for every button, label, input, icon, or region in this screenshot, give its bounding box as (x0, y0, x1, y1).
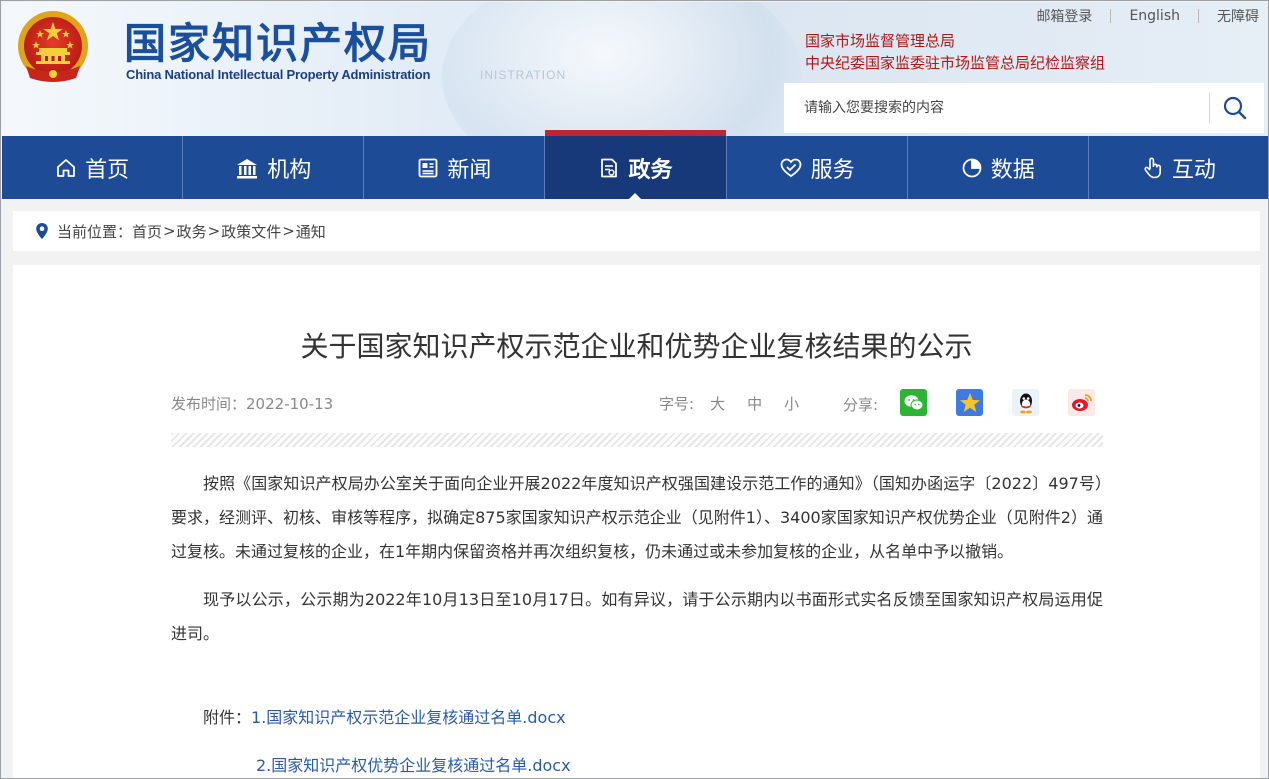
mail-login-link[interactable]: 邮箱登录 (1018, 6, 1110, 26)
news-icon (417, 157, 439, 179)
font-size-label: 字号: (659, 395, 695, 413)
browser-frame: INISTRATION 国家知识产权局 China National Intel… (0, 0, 1269, 779)
breadcrumb-item-affairs[interactable]: 政务 (177, 221, 207, 242)
attachment-link-1[interactable]: 1.国家知识产权示范企业复核通过名单.docx (251, 708, 566, 727)
institution-icon (235, 157, 259, 179)
search-divider (1209, 93, 1210, 123)
nav-item-label: 机构 (267, 157, 312, 183)
nav-item-interaction[interactable]: 互动 (1089, 136, 1268, 199)
site-title[interactable]: 国家知识产权局 (124, 10, 432, 71)
english-link[interactable]: English (1111, 8, 1198, 24)
nav-item-label: 数据 (990, 157, 1035, 183)
attachments-section: 附件：1.国家知识产权示范企业复核通过名单.docx 2.国家知识产权优势企业复… (203, 701, 571, 778)
article-body: 按照《国家知识产权局办公室关于面向企业开展2022年度知识产权强国建设示范工作的… (171, 467, 1103, 651)
share-bar: 分享: (843, 389, 1096, 416)
article-title: 关于国家知识产权示范企业和优势企业复核结果的公示 (300, 330, 973, 363)
qq-icon (1015, 391, 1037, 415)
share-weibo-button[interactable] (1068, 389, 1096, 416)
site-subtitle-english: China National Intellectual Property Adm… (126, 67, 431, 82)
share-qzone-button[interactable] (956, 389, 984, 416)
attachment-row: 2.国家知识产权优势企业复核通过名单.docx (203, 749, 571, 778)
top-utility-links: 邮箱登录 English 无障碍 (1018, 6, 1267, 26)
national-emblem-logo[interactable] (12, 8, 94, 88)
breadcrumb-separator: > (282, 222, 295, 240)
interaction-icon (1142, 156, 1164, 180)
nav-item-home[interactable]: 首页 (2, 136, 184, 199)
nav-item-news[interactable]: 新闻 (364, 136, 546, 199)
breadcrumb-item-notice[interactable]: 通知 (296, 221, 326, 242)
breadcrumb: 当前位置： 首页 > 政务 > 政策文件 > 通知 (13, 211, 1260, 251)
breadcrumb-separator: > (207, 222, 221, 240)
search-button[interactable] (1216, 91, 1254, 125)
nav-item-service[interactable]: 服务 (727, 136, 908, 199)
header-watermark: INISTRATION (480, 68, 567, 82)
wechat-icon (903, 393, 925, 413)
article-paragraph: 按照《国家知识产权局办公室关于面向企业开展2022年度知识产权强国建设示范工作的… (171, 474, 1103, 561)
site-header: INISTRATION 国家知识产权局 China National Intel… (2, 2, 1268, 136)
nav-item-label: 服务 (810, 157, 855, 183)
publish-date-value: 2022-10-13 (246, 395, 334, 413)
publish-date-label: 发布时间： (171, 395, 247, 413)
attachment-link-2[interactable]: 2.国家知识产权优势企业复核通过名单.docx (256, 756, 571, 775)
nav-item-data[interactable]: 数据 (908, 136, 1089, 199)
main-navigation: 首页 机构 新闻 政务 服务 数据 互动 (2, 130, 1268, 200)
share-qq-button[interactable] (1012, 389, 1040, 416)
government-affairs-icon (598, 157, 620, 179)
nav-item-government-affairs[interactable]: 政务 (545, 130, 727, 200)
breadcrumb-separator: > (163, 222, 176, 240)
attachment-row: 附件：1.国家知识产权示范企业复核通过名单.docx (203, 701, 571, 735)
home-icon (55, 157, 77, 179)
article-paragraph: 现予以公示，公示期为2022年10月13日至10月17日。如有异议，请于公示期内… (171, 590, 1103, 643)
attachments-label: 附件： (203, 708, 252, 727)
nav-item-label: 互动 (1171, 157, 1216, 183)
search-box (784, 83, 1264, 133)
search-icon (1222, 95, 1248, 121)
share-label: 分享: (843, 396, 879, 414)
breadcrumb-item-policy-documents[interactable]: 政策文件 (221, 221, 281, 242)
article-meta: 发布时间：2022-10-13 字号: 大 中 小 分享: (171, 389, 1103, 416)
font-size-control: 字号: 大 中 小 (659, 393, 799, 414)
breadcrumb-prefix: 当前位置： (57, 222, 133, 241)
qzone-icon (958, 391, 982, 415)
location-pin-icon (35, 222, 49, 240)
font-size-large-button[interactable]: 大 (710, 393, 725, 414)
service-icon (779, 157, 803, 179)
discipline-inspection-link[interactable]: 中央纪委国家监委驻市场监管总局纪检监察组 (805, 52, 1105, 74)
nav-item-institution[interactable]: 机构 (183, 136, 365, 199)
breadcrumb-item-home[interactable]: 首页 (132, 221, 162, 242)
article-container: 关于国家知识产权示范企业和优势企业复核结果的公示 发布时间：2022-10-13… (13, 265, 1260, 778)
parent-org-links: 国家市场监督管理总局 中央纪委国家监委驻市场监管总局纪检监察组 (805, 30, 1105, 74)
font-size-medium-button[interactable]: 中 (747, 393, 762, 414)
samr-link[interactable]: 国家市场监督管理总局 (805, 30, 1105, 52)
nav-item-label: 新闻 (447, 157, 492, 183)
title-divider-stripe (171, 433, 1103, 447)
search-input[interactable] (784, 83, 1208, 133)
publish-date: 发布时间：2022-10-13 (171, 393, 333, 414)
nav-item-label: 政务 (628, 157, 673, 183)
share-wechat-button[interactable] (900, 389, 928, 416)
weibo-icon (1070, 392, 1094, 414)
accessibility-link[interactable]: 无障碍 (1199, 6, 1267, 26)
data-icon (961, 157, 983, 179)
font-size-small-button[interactable]: 小 (784, 393, 799, 414)
nav-item-label: 首页 (85, 157, 130, 183)
